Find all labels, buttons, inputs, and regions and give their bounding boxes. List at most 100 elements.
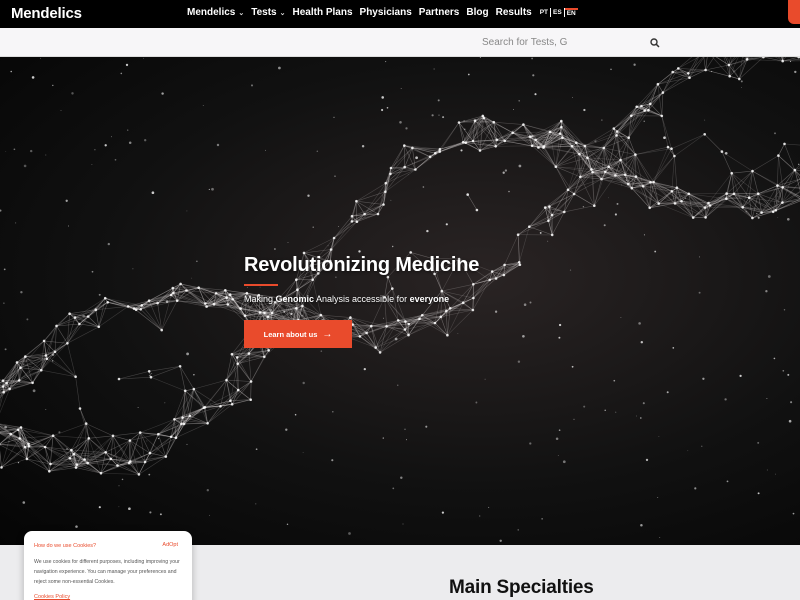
star-dot [558,323,562,327]
star-dot [385,61,387,63]
star-dot [386,106,389,109]
network-node [472,283,475,286]
network-node [670,147,673,150]
star-dot [148,375,150,377]
mendelics-logo[interactable]: Mendelics [11,5,82,22]
network-node [492,120,496,124]
nav-item-physicians[interactable]: Physicians [360,7,412,18]
nav-item-blog[interactable]: Blog [466,7,488,18]
network-node [140,304,144,307]
star-dot [107,242,110,246]
network-node [263,355,266,359]
star-dot [405,127,408,130]
network-link [504,234,519,266]
network-node [0,466,3,469]
network-node [776,184,779,187]
network-node [688,76,691,79]
star-dot [767,275,771,278]
nav-item-health-plans[interactable]: Health Plans [293,7,353,18]
network-node [602,146,606,150]
star-dot [338,226,340,228]
network-node [649,180,652,184]
network-link [778,155,795,171]
star-dot [558,429,561,432]
network-link [635,146,669,155]
network-node [86,461,89,465]
adopt-link[interactable]: AdOpt [162,542,178,548]
cookie-policy-link[interactable]: Cookies Policy [34,594,70,600]
network-link [390,169,416,175]
network-link [784,143,800,146]
network-link [752,155,779,172]
network-node [563,210,566,214]
nav-item-tests[interactable]: Tests ⌄ [251,7,285,18]
network-node [590,168,593,171]
network-node [771,210,775,214]
star-dot [392,245,394,248]
network-node [117,377,121,381]
star-dot [363,367,366,371]
network-node [51,434,55,438]
network-node [626,182,630,186]
network-node [169,435,173,439]
nav-label: Mendelics [187,7,236,18]
star-dot [604,409,606,412]
network-node [516,233,520,236]
star-dot [572,97,573,98]
star-dot [739,374,742,378]
star-dot [601,119,603,121]
star-dot [52,84,54,87]
star-dot [504,169,508,172]
lang-en[interactable]: EN [564,8,578,17]
star-dot [518,164,522,168]
lang-pt[interactable]: PT [538,9,550,16]
network-node [670,190,674,193]
star-dot [121,478,124,481]
network-node [49,462,52,466]
network-node [649,102,652,106]
star-dot [639,417,642,419]
search-icon[interactable] [650,38,660,48]
network-node [511,131,514,134]
star-dot [202,105,204,106]
star-dot [26,318,29,321]
star-dot [658,436,660,437]
network-node [411,146,414,150]
network-node [677,67,680,70]
network-link [49,449,72,472]
network-node [129,460,132,463]
network-link [0,450,2,468]
network-link [351,201,357,217]
network-node [104,451,107,454]
network-node [149,375,153,379]
lang-es[interactable]: ES [551,9,564,16]
network-node [319,313,323,317]
corner-action-button[interactable] [788,0,800,24]
nav-item-results[interactable]: Results [496,7,532,18]
nav-item-mendelics[interactable]: Mendelics ⌄ [187,7,244,18]
network-link [674,155,678,188]
network-node [619,158,622,162]
language-switcher: PT ES EN [538,8,578,17]
network-link [112,432,141,437]
star-dot [320,350,323,352]
main-nav: Mendelics ⌄ Tests ⌄ Health Plans Physician… [187,7,578,18]
nav-label: Blog [466,7,489,18]
page: Mendelics Mendelics ⌄ Tests ⌄ Health Plans… [0,0,800,600]
network-node [147,370,151,373]
nav-item-partners[interactable]: Partners [419,7,460,18]
learn-about-us-button[interactable]: Learn about us → [244,320,352,348]
network-node [236,388,240,392]
network-link [778,143,785,156]
network-node [40,368,43,372]
star-dot [65,199,68,202]
network-node [349,316,352,319]
network-node [173,418,176,421]
network-link [390,145,405,169]
network-link [594,179,602,206]
network-link [628,137,636,155]
network-link [503,262,520,276]
search-input[interactable] [474,32,644,52]
star-dot [206,489,209,492]
network-node [205,305,208,308]
